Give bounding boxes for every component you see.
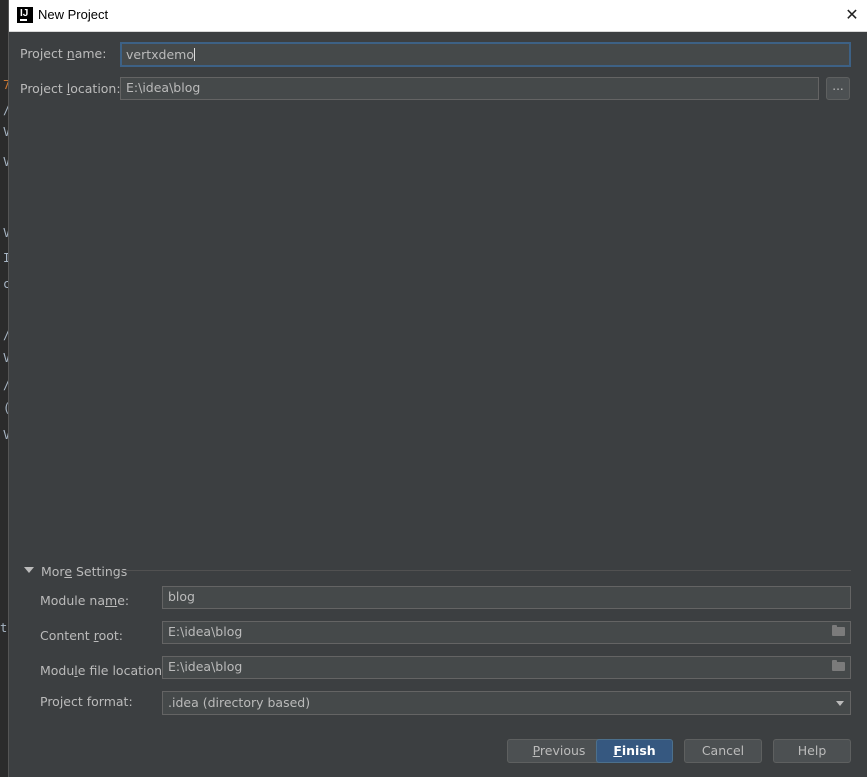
window-title: New Project [38, 7, 109, 22]
module-file-location-label: Module file location: [40, 663, 167, 678]
content-root-label: Content root: [40, 628, 123, 643]
browse-location-button[interactable]: ... [826, 77, 850, 100]
new-project-dialog: IJ New Project ✕ Project name: vertxdemo… [9, 0, 867, 777]
expand-triangle-icon [24, 567, 34, 573]
project-format-value: .idea (directory based) [168, 695, 311, 710]
content-root-input[interactable]: E:\idea\blog [162, 621, 851, 644]
help-button[interactable]: Help [773, 739, 851, 763]
project-format-select[interactable]: .idea (directory based) [162, 691, 851, 715]
project-location-label: Project location: [20, 81, 121, 96]
project-name-label: Project name: [20, 46, 107, 61]
content-root-value: E:\idea\blog [168, 624, 243, 639]
background-editor-strip: 7a / V V V I c / V / ( V tL [0, 0, 17, 777]
intellij-app-icon: IJ [17, 7, 33, 23]
more-settings-divider [121, 570, 851, 571]
module-name-input[interactable]: blog [162, 586, 851, 609]
project-name-value: vertxdemo [126, 47, 194, 62]
title-bar: IJ New Project ✕ [9, 0, 867, 32]
close-button[interactable]: ✕ [837, 0, 867, 30]
folder-icon[interactable] [832, 625, 845, 636]
chevron-down-icon [836, 701, 844, 706]
project-format-label: Project format: [40, 694, 133, 709]
project-location-input[interactable]: E:\idea\blog [120, 77, 819, 100]
text-caret [193, 48, 195, 61]
close-icon: ✕ [845, 5, 859, 24]
more-settings-label: More Settings [41, 564, 128, 579]
finish-button[interactable]: Finish [596, 739, 673, 763]
folder-icon[interactable] [832, 660, 845, 671]
project-name-input[interactable]: vertxdemo [120, 42, 851, 67]
module-name-label: Module name: [40, 593, 130, 608]
module-file-location-input[interactable]: E:\idea\blog [162, 656, 851, 679]
module-file-location-value: E:\idea\blog [168, 659, 243, 674]
cancel-button[interactable]: Cancel [684, 739, 762, 763]
